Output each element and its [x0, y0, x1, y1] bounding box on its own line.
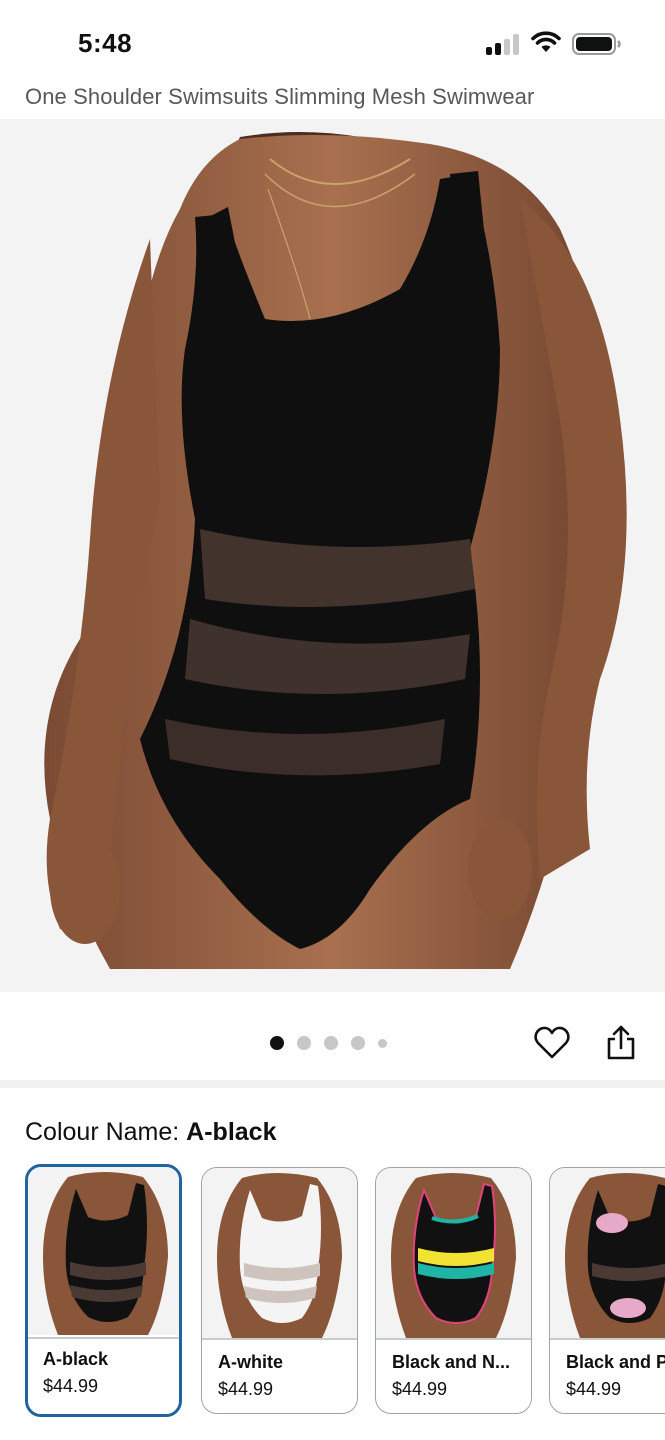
carousel-dot[interactable]	[378, 1038, 387, 1048]
swatch-divider	[550, 1338, 665, 1340]
battery-icon	[572, 33, 622, 55]
swatch-black-and-p[interactable]: Black and P $44.99	[549, 1167, 665, 1414]
colour-name-value: A-black	[186, 1118, 277, 1146]
heart-icon[interactable]	[533, 1024, 571, 1062]
swatch-price: $44.99	[566, 1379, 622, 1399]
swatch-name: A-white	[218, 1352, 283, 1372]
swatch-price: $44.99	[43, 1376, 99, 1396]
cellular-signal-icon	[486, 33, 520, 55]
carousel-dot[interactable]	[324, 1036, 338, 1050]
swatch-divider	[28, 1337, 179, 1339]
swatch-name: Black and P	[566, 1352, 665, 1372]
carousel-dot[interactable]	[297, 1036, 311, 1050]
swatch-name: A-black	[43, 1349, 109, 1369]
carousel-indicator[interactable]	[270, 1035, 387, 1051]
carousel-dot[interactable]	[270, 1036, 284, 1050]
wifi-icon	[531, 30, 561, 54]
swatch-a-white[interactable]: A-white $44.99	[201, 1167, 358, 1414]
swatch-a-black[interactable]: A-black $44.99	[25, 1164, 182, 1417]
carousel-dot[interactable]	[351, 1036, 365, 1050]
swatch-name: Black and N...	[392, 1352, 511, 1372]
colour-name-row: Colour Name: A-black	[25, 1118, 276, 1147]
swatch-divider	[202, 1338, 357, 1340]
swatch-thumbnail	[202, 1168, 357, 1338]
swatch-divider	[376, 1338, 531, 1340]
swatch-thumbnail	[28, 1167, 179, 1335]
product-title[interactable]: One Shoulder Swimsuits Slimming Mesh Swi…	[25, 84, 534, 110]
swatch-thumbnail	[550, 1168, 665, 1338]
section-divider	[0, 1080, 665, 1088]
swatch-black-and-n[interactable]: Black and N... $44.99	[375, 1167, 532, 1414]
colour-name-label: Colour Name:	[25, 1118, 187, 1146]
product-image[interactable]	[0, 119, 665, 992]
colour-swatch-list[interactable]: A-black $44.99 A-white $44.99 Black and …	[25, 1164, 665, 1420]
swatch-price: $44.99	[218, 1379, 274, 1399]
status-time: 5:48	[78, 28, 133, 58]
status-bar: 5:48	[0, 0, 665, 80]
swatch-thumbnail	[376, 1168, 531, 1338]
share-icon[interactable]	[604, 1024, 638, 1062]
swatch-price: $44.99	[392, 1379, 448, 1399]
